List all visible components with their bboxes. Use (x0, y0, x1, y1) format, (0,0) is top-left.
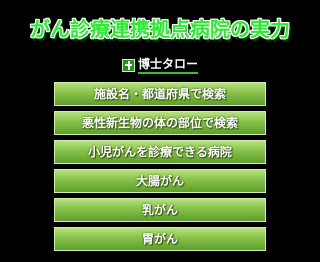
screen: がん診療連携拠点病院の実力 がん診療連携拠点病院の実力 博士タロー 施設名・都道… (0, 0, 320, 262)
menu-item-label: 乳がん (141, 203, 178, 217)
menu-item-label: 胃がん (141, 232, 178, 246)
menu: 施設名・都道府県で検索 悪性新生物の体の部位で検索 小児がんを診療できる病院 大… (54, 82, 266, 256)
menu-item-label: 悪性新生物の体の部位で検索 (81, 116, 238, 130)
menu-item-label: 施設名・都道府県で検索 (93, 87, 226, 101)
menu-item-pediatric-cancer[interactable]: 小児がんを診療できる病院 (54, 140, 266, 164)
menu-item-breast-cancer[interactable]: 乳がん (54, 198, 266, 222)
page-title: がん診療連携拠点病院の実力 (30, 17, 290, 41)
menu-item-label: 大腸がん (135, 174, 184, 188)
menu-item-facility-prefecture-search[interactable]: 施設名・都道府県で検索 (54, 82, 266, 106)
brand-name[interactable]: 博士タロー (137, 56, 198, 74)
menu-item-stomach-cancer[interactable]: 胃がん (54, 227, 266, 251)
menu-item-body-part-search[interactable]: 悪性新生物の体の部位で検索 (54, 111, 266, 135)
hakase-logo-icon (121, 58, 135, 72)
menu-item-colorectal-cancer[interactable]: 大腸がん (54, 169, 266, 193)
brand[interactable]: 博士タロー (0, 56, 320, 74)
menu-item-label: 小児がんを診療できる病院 (88, 145, 232, 159)
